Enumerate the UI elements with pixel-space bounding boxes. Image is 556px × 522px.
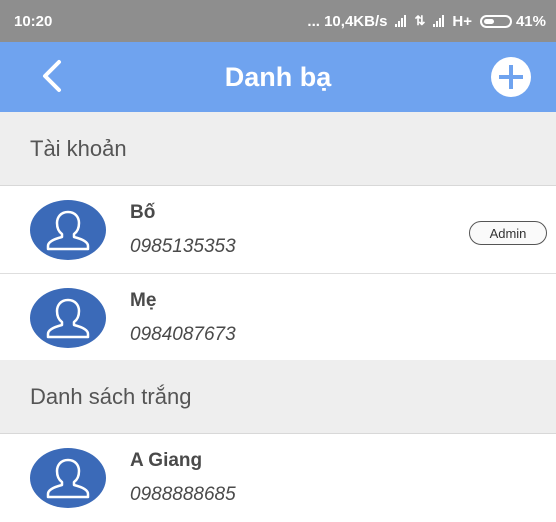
contact-phone: 0988888685 [130, 484, 236, 505]
contact-name: A Giang [130, 450, 203, 471]
section-header-whitelist: Danh sách trắng [0, 360, 556, 434]
signal-icon [395, 15, 407, 27]
contact-name: Mẹ [130, 290, 157, 311]
network-speed: ... 10,4KB/s [307, 12, 388, 30]
battery-icon [479, 14, 512, 28]
contact-phone: 0985135353 [130, 236, 236, 257]
contact-phone: 0984087673 [130, 324, 236, 345]
back-button[interactable] [30, 54, 74, 98]
page-title: Danh bạ [224, 61, 332, 92]
contact-row[interactable]: Mẹ 0984087673 [0, 274, 556, 362]
status-time: 10:20 [14, 12, 53, 30]
avatar-icon [30, 200, 106, 260]
network-type: H+ [452, 12, 472, 30]
avatar-icon [30, 288, 106, 348]
admin-badge: Admin [469, 221, 547, 245]
section-header-accounts: Tài khoản [0, 112, 556, 186]
battery-level: 41% [515, 12, 546, 30]
contact-row[interactable]: Bố 0985135353 Admin [0, 186, 556, 274]
signal-icon-2 [433, 15, 445, 27]
add-contact-button[interactable] [490, 56, 532, 98]
contact-row[interactable]: A Giang 0988888685 [0, 434, 556, 522]
app-header: Danh bạ [0, 42, 556, 112]
data-transfer-icon: ⇅ [414, 13, 426, 28]
status-bar: 10:20 ... 10,4KB/s ⇅ H+ 41% [0, 0, 556, 42]
status-indicators: ... 10,4KB/s ⇅ H+ 41% [307, 13, 546, 30]
back-arrow-icon [43, 60, 61, 92]
avatar-icon [30, 448, 106, 508]
contact-name: Bố [130, 202, 156, 223]
plus-circle-icon [491, 57, 531, 97]
